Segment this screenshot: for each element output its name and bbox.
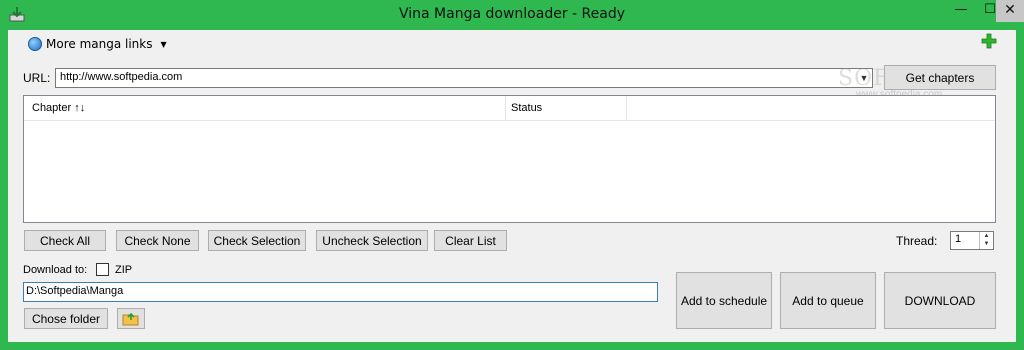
url-value: http://www.softpedia.com [60, 71, 183, 83]
app-window: Vina Manga downloader - Ready — ☐ ✕ More… [0, 0, 1024, 350]
uncheck-selection-button[interactable]: Uncheck Selection [316, 230, 428, 251]
chapter-list[interactable]: Chapter ↑↓ Status [23, 95, 996, 223]
download-path-input[interactable]: D:\Softpedia\Manga [23, 282, 658, 302]
add-to-queue-button[interactable]: Add to queue [780, 272, 876, 329]
add-to-schedule-button[interactable]: Add to schedule [676, 272, 772, 329]
window-title: Vina Manga downloader - Ready [399, 6, 625, 22]
thread-label: Thread: [896, 234, 938, 248]
url-combobox[interactable]: http://www.softpedia.com ▼ [55, 68, 873, 88]
add-icon[interactable] [981, 33, 997, 49]
minimize-button[interactable]: — [946, 0, 976, 22]
url-label: URL: [23, 71, 51, 85]
client-area: More manga links ▼ URL: http://www.softp… [8, 30, 1016, 342]
title-bar: Vina Manga downloader - Ready — ☐ ✕ [0, 0, 1024, 30]
spin-buttons[interactable]: ▲ ▼ [979, 232, 993, 249]
close-button[interactable]: ✕ [996, 0, 1024, 22]
thread-stepper[interactable]: 1 ▲ ▼ [950, 231, 994, 250]
check-none-button[interactable]: Check None [116, 230, 199, 251]
chose-folder-button[interactable]: Chose folder [24, 308, 108, 329]
list-header: Chapter ↑↓ Status [24, 96, 995, 121]
column-status[interactable]: Status [506, 96, 627, 120]
open-folder-button[interactable] [117, 308, 145, 329]
get-chapters-button[interactable]: Get chapters [884, 65, 996, 90]
more-manga-links-menu[interactable]: More manga links ▼ [28, 34, 167, 54]
zip-label: ZIP [115, 264, 133, 276]
download-path-value: D:\Softpedia\Manga [26, 285, 124, 297]
check-selection-button[interactable]: Check Selection [208, 230, 306, 251]
folder-icon [122, 312, 139, 325]
thread-value: 1 [955, 233, 962, 245]
download-button[interactable]: DOWNLOAD [884, 272, 996, 329]
check-all-button[interactable]: Check All [24, 230, 106, 251]
chevron-down-icon: ▼ [160, 39, 167, 49]
column-chapter[interactable]: Chapter ↑↓ [24, 96, 506, 120]
download-to-label: Download to: [23, 264, 88, 276]
more-links-label: More manga links [46, 37, 153, 51]
globe-icon [28, 37, 42, 51]
clear-list-button[interactable]: Clear List [434, 230, 507, 251]
zip-checkbox[interactable] [96, 263, 109, 276]
